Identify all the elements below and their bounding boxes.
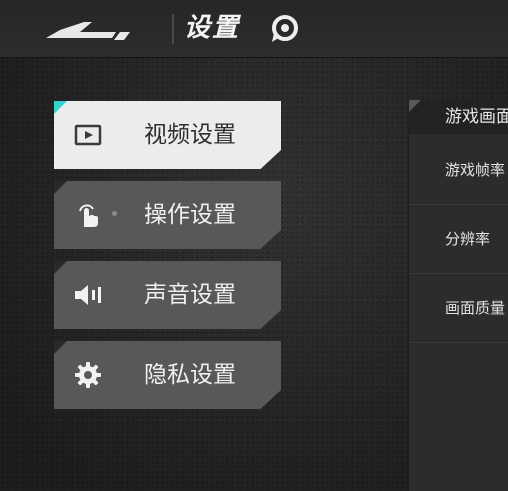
menu-item-sound-settings[interactable]: 声音设置 [54,261,281,329]
settings-panel: 游戏画面 游戏帧率 分辨率 画面质量 [408,100,508,491]
setting-row-resolution[interactable]: 分辨率 [409,206,508,274]
speaker-icon [75,285,101,305]
header-divider [172,14,174,44]
panel-corner-marker [409,100,421,112]
help-icon[interactable] [268,13,300,45]
corner-marker [54,181,67,194]
setting-label: 画面质量 [445,299,506,317]
menu-item-label: 操作设置 [144,202,236,228]
active-corner-marker [54,101,67,114]
menu-item-label: 隐私设置 [144,362,236,388]
menu-item-privacy-settings[interactable]: 隐私设置 [54,341,281,409]
panel-header: 游戏画面 [409,100,508,134]
menu-item-video-settings[interactable]: 视频设置 [54,101,281,169]
corner-marker [54,341,67,354]
menu-item-control-settings[interactable]: 操作设置 [54,181,281,249]
setting-label: 游戏帧率 [445,161,506,179]
touch-hand-icon [79,204,98,227]
setting-row-graphics-quality[interactable]: 画面质量 [409,275,508,343]
notification-dot [112,211,117,216]
menu-item-label: 视频设置 [144,122,236,148]
page-title: 设置 [184,13,241,43]
menu-item-label: 声音设置 [144,282,236,308]
setting-label: 分辨率 [445,230,491,248]
back-arrow-icon[interactable] [46,18,142,42]
top-bar: 设置 [0,0,508,58]
panel-title: 游戏画面 [445,107,508,127]
corner-marker [54,261,67,274]
setting-row-frame-rate[interactable]: 游戏帧率 [409,137,508,205]
video-icon [74,124,102,146]
gear-icon [75,362,101,388]
